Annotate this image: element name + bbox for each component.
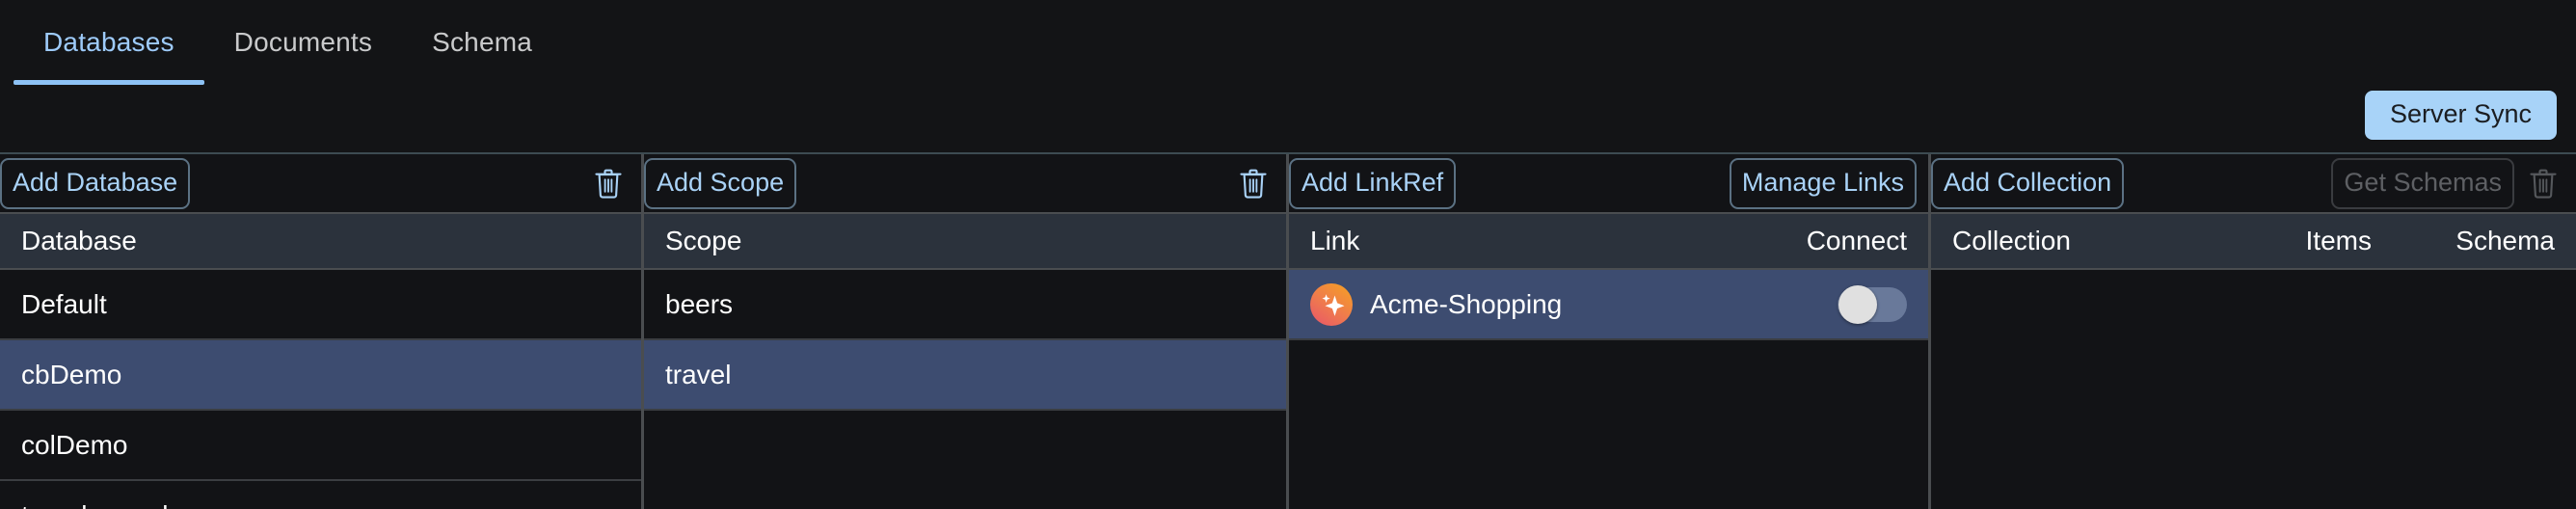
links-toolbar: Add LinkRef Manage Links [1289, 154, 1928, 212]
table-row[interactable]: Acme-Shopping [1289, 270, 1928, 340]
header-collection: Collection [1952, 226, 2071, 255]
manage-links-button[interactable]: Manage Links [1729, 157, 1917, 209]
header-connect: Connect [1806, 226, 1907, 255]
add-collection-button[interactable]: Add Collection [1931, 157, 2125, 209]
header-schema: Schema [2455, 226, 2555, 255]
scopes-panel: Add Scope Scope beers travel [644, 154, 1289, 509]
tab-schema-label: Schema [432, 27, 533, 57]
tab-databases[interactable]: Databases [13, 0, 204, 85]
tab-documents-label: Documents [233, 27, 373, 57]
databases-panel: Add Database Database Default cbDemo col… [0, 154, 644, 509]
add-database-button[interactable]: Add Database [0, 157, 191, 209]
database-name: Default [21, 288, 107, 319]
tab-bar: Databases Documents Schema [0, 0, 2576, 85]
links-column-header: Link Connect [1289, 212, 1928, 270]
scope-name: beers [665, 288, 734, 319]
delete-collection-trash-icon[interactable] [2522, 162, 2564, 204]
table-row[interactable]: cbDemo [0, 340, 641, 411]
panels-container: Add Database Database Default cbDemo col… [0, 152, 2576, 509]
get-schemas-button[interactable]: Get Schemas [2331, 157, 2514, 209]
header-scope: Scope [665, 226, 742, 255]
add-linkref-button[interactable]: Add LinkRef [1289, 157, 1457, 209]
databases-toolbar: Add Database [0, 154, 641, 212]
tab-documents[interactable]: Documents [204, 0, 402, 85]
databases-column-header: Database [0, 212, 641, 270]
scopes-toolbar: Add Scope [644, 154, 1286, 212]
delete-database-trash-icon[interactable] [587, 162, 630, 204]
delete-scope-trash-icon[interactable] [1232, 162, 1275, 204]
databases-list: Default cbDemo colDemo travel-sample [0, 270, 641, 509]
table-row[interactable]: travel-sample [0, 481, 641, 509]
table-row[interactable]: beers [644, 270, 1286, 340]
tab-databases-label: Databases [43, 27, 174, 57]
link-name: Acme-Shopping [1370, 288, 1563, 319]
link-connect-toggle[interactable] [1838, 284, 1907, 324]
collections-column-header: Collection Items Schema [1931, 212, 2576, 270]
tab-schema[interactable]: Schema [402, 0, 562, 85]
scopes-list: beers travel [644, 270, 1286, 509]
app-root: Databases Documents Schema Server Sync A… [0, 0, 2576, 509]
header-link: Link [1310, 226, 1360, 255]
header-items: Items [2305, 226, 2372, 255]
collections-toolbar: Add Collection Get Schemas [1931, 154, 2576, 212]
server-sync-bar: Server Sync [0, 85, 2576, 145]
sparkle-icon [1310, 282, 1353, 326]
scopes-column-header: Scope [644, 212, 1286, 270]
header-database: Database [21, 226, 137, 255]
table-row[interactable]: Default [0, 270, 641, 340]
table-row[interactable]: travel [644, 340, 1286, 411]
collections-list [1931, 270, 2576, 509]
links-panel: Add LinkRef Manage Links Link Connect Ac… [1289, 154, 1931, 509]
collections-panel: Add Collection Get Schemas Collection It… [1931, 154, 2576, 509]
links-list: Acme-Shopping [1289, 270, 1928, 509]
database-name: travel-sample [21, 500, 620, 509]
scope-name: travel [665, 359, 732, 389]
add-scope-button[interactable]: Add Scope [644, 157, 797, 209]
database-name: colDemo [21, 429, 128, 460]
database-name: cbDemo [21, 359, 122, 389]
server-sync-button[interactable]: Server Sync [2364, 90, 2557, 140]
toggle-knob [1838, 284, 1877, 324]
table-row[interactable]: colDemo [0, 411, 641, 481]
